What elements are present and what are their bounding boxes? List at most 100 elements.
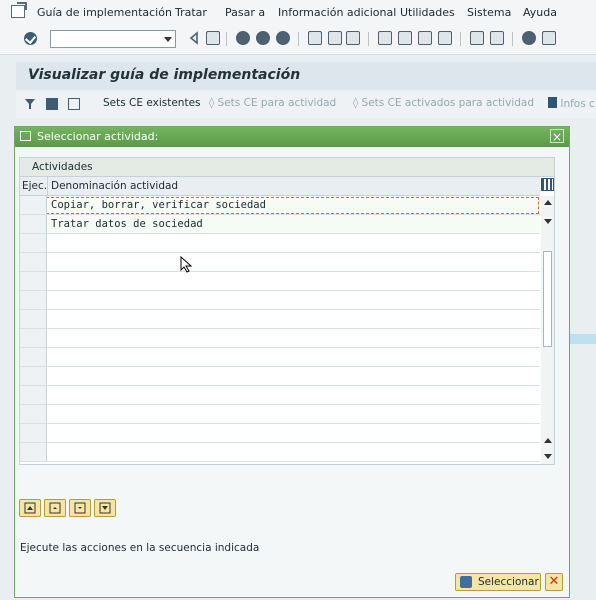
find-next-icon[interactable] — [346, 31, 360, 45]
table-row — [20, 310, 540, 329]
scroll-next-button[interactable] — [69, 499, 91, 517]
last-page-icon[interactable] — [438, 31, 452, 45]
dialog-title: Seleccionar actividad: — [37, 130, 159, 143]
table-row — [20, 348, 540, 367]
menu-sistema[interactable]: Sistema — [467, 6, 511, 19]
table-row — [20, 272, 540, 291]
menu-bar: Guía de implementación Tratar Pasar a In… — [0, 0, 596, 26]
vertical-scrollbar[interactable] — [541, 196, 554, 464]
create-session-icon[interactable] — [470, 31, 484, 45]
table-row[interactable]: Tratar datos de sociedad — [20, 215, 540, 234]
table-settings-icon[interactable] — [541, 178, 554, 191]
scroll-page-up-icon[interactable] — [544, 438, 552, 443]
activity-cell[interactable]: Tratar datos de sociedad — [51, 218, 203, 230]
toolbar-separator — [460, 32, 461, 46]
toolbar-separator — [368, 32, 369, 46]
row-selector — [20, 405, 47, 423]
toolbar-separator — [226, 32, 227, 46]
toolbar-separator — [298, 32, 299, 46]
find-icon[interactable] — [328, 31, 342, 45]
next-page-icon[interactable] — [418, 31, 432, 45]
column-header-denominacion[interactable]: Denominación actividad — [51, 180, 178, 192]
row-selector — [20, 234, 47, 252]
row-selector — [20, 253, 47, 271]
activity-cell[interactable]: Copiar, borrar, verificar sociedad — [51, 199, 266, 211]
row-selector[interactable] — [20, 215, 47, 233]
menu-pasar-a[interactable]: Pasar a — [225, 6, 265, 19]
infos-label: Infos c — [560, 98, 595, 110]
select-activity-dialog: Seleccionar actividad: × Actividades Eje… — [14, 126, 570, 598]
table-row — [20, 443, 540, 462]
row-selector — [20, 386, 47, 404]
table-row — [20, 405, 540, 424]
table-header: Ejec. Denominación actividad — [20, 177, 540, 196]
cancel-icon[interactable] — [276, 31, 290, 45]
tree-icon[interactable] — [68, 98, 80, 110]
application-toolbar: Sets CE existentes ◊ Sets CE para activi… — [16, 92, 596, 118]
scroll-previous-button[interactable] — [44, 499, 66, 517]
table-row — [20, 424, 540, 443]
help-icon[interactable] — [522, 31, 536, 45]
sets-ce-existentes-button[interactable]: Sets CE existentes — [103, 97, 201, 109]
row-selector — [20, 367, 47, 385]
cancel-button[interactable]: ✕ — [545, 573, 563, 591]
sets-ce-para-actividad-button[interactable]: ◊ Sets CE para actividad — [209, 97, 336, 109]
scroll-page-down-icon[interactable] — [544, 454, 552, 459]
table-row — [20, 386, 540, 405]
scroll-last-button[interactable] — [94, 499, 116, 517]
menu-utilidades[interactable]: Utilidades — [400, 6, 455, 19]
menu-guia-implementacion[interactable]: Guía de implementación — [37, 6, 172, 19]
column-header-ejec[interactable]: Ejec. — [22, 180, 47, 192]
table-caption: Actividades — [20, 158, 554, 177]
menu-informacion-adicional[interactable]: Información adicional — [278, 6, 396, 19]
shortcut-icon[interactable] — [490, 31, 504, 45]
table-row[interactable]: Copiar, borrar, verificar sociedad — [20, 196, 540, 215]
close-icon[interactable]: × — [550, 129, 564, 144]
info-block-icon[interactable] — [46, 98, 58, 110]
layout-menu-icon[interactable] — [542, 31, 556, 45]
filter-icon[interactable] — [24, 98, 36, 110]
standard-toolbar — [0, 26, 596, 55]
scroll-thumb[interactable] — [543, 251, 552, 347]
table-row — [20, 291, 540, 310]
enter-icon[interactable] — [24, 32, 37, 45]
back-arrow-icon[interactable] — [188, 31, 202, 45]
sets-ce-activados-button[interactable]: ◊ Sets CE activados para actividad — [353, 97, 534, 109]
toolbar-separator — [512, 32, 513, 46]
menu-ayuda[interactable]: Ayuda — [523, 6, 557, 19]
print-icon[interactable] — [308, 31, 322, 45]
previous-page-icon[interactable] — [398, 31, 412, 45]
infos-button[interactable]: Infos c — [548, 97, 595, 110]
page-title: Visualizar guía de implementación — [28, 67, 301, 83]
table-row — [20, 329, 540, 348]
system-menu-icon[interactable] — [11, 5, 25, 18]
select-button-label: Seleccionar — [478, 576, 539, 588]
info-icon — [548, 97, 557, 108]
select-button[interactable]: Seleccionar — [455, 573, 541, 591]
activities-table: Actividades Ejec. Denominación actividad… — [19, 157, 555, 465]
row-selector[interactable] — [20, 196, 47, 214]
info-text: Ejecute las acciones en la secuencia ind… — [20, 542, 260, 554]
back-icon[interactable] — [236, 31, 250, 45]
table-row — [20, 253, 540, 272]
scroll-up-icon[interactable] — [544, 200, 552, 205]
command-field[interactable] — [50, 30, 176, 48]
first-page-icon[interactable] — [378, 31, 392, 45]
dialog-icon — [20, 131, 31, 141]
row-selector — [20, 329, 47, 347]
scroll-down-icon[interactable] — [544, 219, 552, 224]
scroll-first-button[interactable] — [19, 499, 41, 517]
mouse-cursor-icon — [180, 256, 193, 273]
table-row — [20, 234, 540, 253]
background-strip — [570, 334, 596, 344]
row-selector — [20, 291, 47, 309]
dialog-header: Seleccionar actividad: × — [15, 127, 569, 147]
save-icon[interactable] — [206, 31, 220, 45]
row-selector — [20, 272, 47, 290]
table-caption-label: Actividades — [32, 161, 93, 173]
chevron-down-icon[interactable] — [164, 37, 172, 42]
sets-ce-para-actividad-label: Sets CE para actividad — [217, 97, 337, 109]
search-icon — [460, 576, 472, 588]
exit-icon[interactable] — [256, 31, 270, 45]
menu-tratar[interactable]: Tratar — [175, 6, 207, 19]
